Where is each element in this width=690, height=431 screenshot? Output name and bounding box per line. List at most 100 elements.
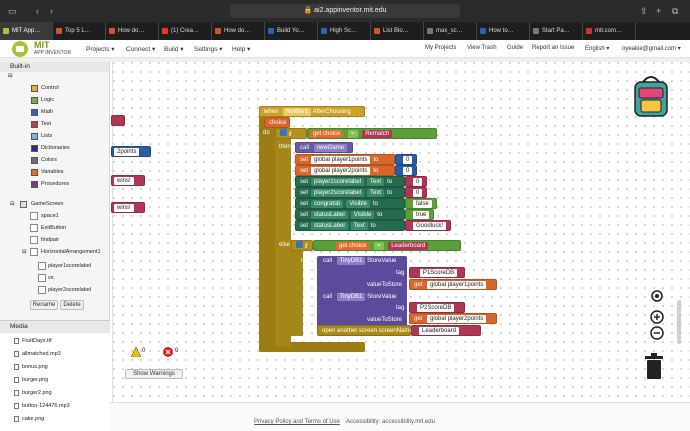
compare-block-leaderboard[interactable]: get choice = Leaderboard: [313, 240, 461, 251]
delete-button[interactable]: Delete: [60, 300, 84, 310]
component-dropdown[interactable]: Notifier1: [283, 108, 312, 116]
tab[interactable]: max_sc…: [424, 22, 477, 40]
tree-item-builtin[interactable]: Procedures: [41, 180, 69, 188]
get-global-p1[interactable]: get global player1points: [409, 279, 497, 290]
forward-icon[interactable]: ›: [50, 5, 53, 17]
show-warnings-button[interactable]: Show Warnings: [125, 369, 183, 379]
settings-menu[interactable]: Settings ▾: [194, 45, 223, 53]
tab[interactable]: Build Yo…: [265, 22, 318, 40]
share-icon[interactable]: ⇪: [640, 5, 648, 17]
my-projects-link[interactable]: My Projects: [425, 45, 456, 51]
help-menu[interactable]: Help ▾: [232, 45, 250, 53]
tree-item-builtin[interactable]: Math: [41, 108, 53, 116]
tab[interactable]: Top 5 L…: [53, 22, 106, 40]
build-menu[interactable]: Build ▾: [164, 45, 184, 53]
media-file[interactable]: burger.png: [14, 376, 48, 384]
collapse-toggle-icon[interactable]: ⊟: [10, 200, 15, 208]
get-global-p2[interactable]: get global player2points: [409, 313, 497, 324]
value-block[interactable]: true: [405, 209, 435, 220]
tab[interactable]: List Blo…: [371, 22, 424, 40]
value-block[interactable]: 0: [405, 187, 428, 198]
backpack-icon[interactable]: [629, 70, 673, 120]
set-status-visible[interactable]: set statusLabel Visible to: [295, 209, 405, 220]
new-tab-icon[interactable]: +: [656, 5, 661, 17]
operator-dropdown[interactable]: =: [348, 130, 358, 138]
set-status-text[interactable]: set statusLabel Text to: [295, 220, 405, 231]
accessibility-link[interactable]: Accessibility: accessibility.mit.edu: [346, 419, 435, 425]
tab[interactable]: mit.com…: [583, 22, 636, 40]
tab[interactable]: (1) Crea…: [159, 22, 212, 40]
mutator-gear-icon[interactable]: [280, 129, 287, 136]
tree-item-component[interactable]: space1: [41, 212, 59, 220]
connect-menu[interactable]: Connect ▾: [126, 45, 155, 53]
tree-item-component[interactable]: findpair: [41, 236, 59, 244]
tree-item-gamescreen[interactable]: GameScreen: [31, 200, 63, 208]
screen-name-text[interactable]: Leaderboard: [411, 325, 481, 336]
open-another-screen-block[interactable]: open another screen screenName: [317, 325, 413, 336]
collapse-toggle-icon[interactable]: ⊟: [8, 72, 13, 80]
zoom-in-icon[interactable]: [650, 310, 664, 324]
if-block[interactable]: if: [275, 128, 307, 139]
workspace-scrollbar[interactable]: [677, 300, 681, 344]
view-trash-link[interactable]: View Trash: [467, 45, 497, 51]
cropped-block[interactable]: wins!: [111, 175, 145, 186]
value-block[interactable]: false: [405, 198, 437, 209]
tree-item-builtin[interactable]: Logic: [41, 96, 54, 104]
tab[interactable]: Start Pa…: [530, 22, 583, 40]
when-notifier-aftechoosing-block[interactable]: when Notifier1 AfterChoosing: [259, 106, 365, 117]
get-choice[interactable]: get choice: [336, 242, 370, 250]
value-block[interactable]: 0: [395, 154, 418, 165]
tree-item-subcomponent[interactable]: player2scorelabel: [48, 286, 91, 294]
leaderboard-text[interactable]: Leaderboard: [388, 242, 429, 250]
tree-item-builtin[interactable]: Control: [41, 84, 59, 92]
tree-item-builtin[interactable]: Variables: [41, 168, 64, 176]
zoom-out-icon[interactable]: [650, 326, 664, 340]
mutator-gear-icon[interactable]: [296, 241, 303, 248]
media-file[interactable]: FruitDays.ttf: [14, 337, 52, 345]
back-icon[interactable]: ‹: [36, 5, 39, 17]
media-file[interactable]: bonus.png: [14, 363, 48, 371]
collapse-toggle-icon[interactable]: ⊟: [22, 248, 27, 256]
builtin-header[interactable]: Built-in: [0, 62, 109, 72]
tree-item-component[interactable]: ExitButton: [41, 224, 66, 232]
set-p2-label-text[interactable]: set player2scorelabel Text to: [295, 187, 405, 198]
value-block[interactable]: 0: [395, 165, 418, 176]
recenter-icon[interactable]: [650, 289, 664, 303]
trash-icon[interactable]: [643, 352, 665, 380]
value-block[interactable]: Goodluck!: [405, 220, 452, 231]
param-choice[interactable]: choice: [264, 117, 290, 128]
set-global-p2[interactable]: set global player2points to: [295, 165, 395, 176]
tree-item-subcomponent[interactable]: vs: [48, 274, 54, 282]
tab[interactable]: MIT App…: [0, 22, 53, 40]
sidebar-toggle-icon[interactable]: ▭: [8, 5, 17, 17]
guide-link[interactable]: Guide: [507, 45, 523, 51]
tab[interactable]: How do…: [106, 22, 159, 40]
blocks-workspace[interactable]: 2points wins! wins! when Notifier1 After…: [111, 62, 690, 402]
tag-text[interactable]: P2ScoreDB: [409, 302, 465, 313]
operator-dropdown[interactable]: =: [374, 242, 384, 250]
tab[interactable]: How do…: [212, 22, 265, 40]
report-issue-link[interactable]: Report an Issue: [532, 45, 574, 51]
user-menu[interactable]: oyeakie@gmail.com ▾: [622, 45, 681, 52]
tree-item-subcomponent[interactable]: player1scorelabel: [48, 262, 91, 270]
set-global-p1[interactable]: set global player1points to: [295, 154, 395, 165]
media-file[interactable]: button-124476.mp3: [14, 402, 70, 410]
else-if-block[interactable]: if: [291, 240, 313, 251]
value-block[interactable]: 0: [405, 176, 428, 187]
cropped-block[interactable]: wins!: [111, 202, 145, 213]
privacy-link[interactable]: Privacy Policy and Terms of Use: [254, 419, 340, 425]
tag-text[interactable]: P1ScoreDB: [409, 267, 465, 278]
tree-item-builtin[interactable]: Dictionaries: [41, 144, 70, 152]
tree-item-builtin[interactable]: Colors: [41, 156, 57, 164]
address-bar[interactable]: 🔒 ai2.appinventor.mit.edu: [230, 4, 460, 18]
tree-item-builtin[interactable]: Text: [41, 120, 51, 128]
tree-item-builtin[interactable]: Lists: [41, 132, 52, 140]
tab-overview-icon[interactable]: ⧉: [672, 5, 678, 17]
language-menu[interactable]: English ▾: [585, 45, 609, 52]
media-file[interactable]: allmatched.mp3: [14, 350, 61, 358]
set-congratsb-visible[interactable]: set congratsb Visible to: [295, 198, 405, 209]
rematch-text[interactable]: Rematch: [362, 130, 393, 138]
call-newgame-block[interactable]: call newGame: [295, 142, 353, 153]
media-file[interactable]: burger2.png: [14, 389, 52, 397]
tree-item-component[interactable]: HorizontalArrangement1: [41, 248, 101, 256]
